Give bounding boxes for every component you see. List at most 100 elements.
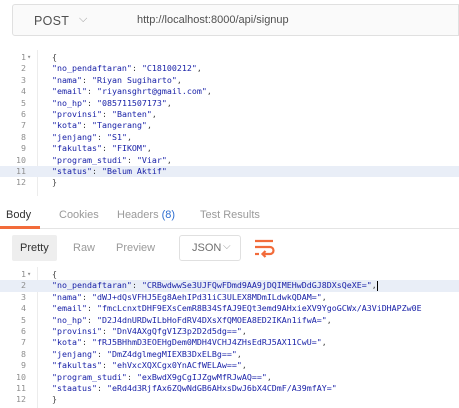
response-line[interactable]: 1 ▾ { [0, 269, 459, 280]
json-key: "program_studi" [52, 371, 127, 382]
code-text: "email": "riyansghrt@gmail.com", [52, 86, 212, 97]
tab-headers[interactable]: Headers (8) [117, 209, 175, 221]
request-line[interactable]: 7 "kota": "Tangerang", [0, 120, 459, 131]
request-line[interactable]: 4 "email": "riyansghrt@gmail.com", [0, 86, 459, 97]
request-bar: POST ⌵ http://localhost:8000/api/signup [0, 0, 459, 40]
view-preview-button[interactable]: Preview [108, 235, 163, 261]
code-text: "no_pendaftaran": "C18100212", [52, 63, 202, 74]
json-key: "status" [52, 165, 92, 176]
url-input[interactable]: http://localhost:8000/api/signup [132, 4, 459, 36]
code-text: "no_pendaftaran": "CRBwdwwSe3UJFQwFDmd9A… [52, 280, 378, 291]
request-line[interactable]: 1 ▾ { [0, 52, 459, 63]
json-punctuation: , [321, 337, 327, 348]
code-text: "no_hp": "085711507173", [52, 98, 172, 109]
request-line[interactable]: 3 "nama": "Riyan Sugiharto", [0, 75, 459, 86]
text-caret [376, 280, 378, 291]
code-text: "jenjang": "DmZ4dglmegMIEXB3DxELBg==", [52, 349, 242, 360]
method-selector[interactable]: POST ⌵ [12, 4, 134, 36]
json-value: "riyansghrt@gmail.com" [96, 86, 207, 97]
tab-body-label: Body [6, 209, 32, 221]
fold-toggle-icon[interactable]: ▾ [27, 269, 31, 280]
code-text: } [52, 394, 57, 405]
request-line[interactable]: 10 "program_studi": "Viar", [0, 155, 459, 166]
response-line[interactable]: 7 "kota": "fRJ5BHhmD3EOEHgDem0MDH4VCHJ4ZH… [0, 337, 459, 348]
json-punctuation: : [86, 86, 97, 97]
json-value: "fmcLcnxtDHF9EXsCemR8B34SfAJ9EQt3emd9AHx… [96, 303, 422, 314]
tab-body[interactable]: Body [6, 209, 31, 221]
request-line[interactable]: 6 "provinsi": "Banten", [0, 109, 459, 120]
request-line[interactable]: 11 "status": "Belum Aktif" [0, 165, 459, 178]
json-punctuation: , [196, 63, 202, 74]
json-key: "fakultas" [52, 143, 102, 154]
fold-toggle-icon[interactable]: ▾ [27, 52, 31, 63]
json-punctuation: : [96, 348, 107, 359]
view-pretty-button[interactable]: Pretty [12, 235, 57, 261]
line-number: 7 [21, 120, 26, 131]
json-value: "eRd4d3RjfAx6ZQwNdGB6AHxsDwJ6bX4CDmF/A39… [106, 382, 337, 393]
response-line[interactable]: 9 "fakultas": "ehVxcXQXCgx0YnACfWELAw==", [0, 360, 459, 371]
json-key: "nama" [52, 291, 82, 302]
response-code-lines: 1 ▾ {2 "no_pendaftaran": "CRBwdwwSe3UJFQwFD… [0, 269, 459, 406]
response-line[interactable]: 4 "email": "fmcLcnxtDHF9EXsCemR8B34SfAJ9E… [0, 303, 459, 314]
json-key: "program_studi" [52, 154, 127, 165]
json-value: "Belum Aktif" [101, 165, 167, 176]
json-punctuation: : [86, 97, 97, 108]
json-punctuation: : [96, 382, 107, 393]
json-punctuation: : [126, 371, 137, 382]
tab-cookies[interactable]: Cookies [59, 209, 99, 221]
response-line[interactable]: 10 "program_studi": "exBwdX9gCgIJZgwMfRJw… [0, 372, 459, 383]
json-value: "FIKOM" [111, 143, 147, 154]
code-text: "provinsi": "DnV4AXgQfgV1Z3p2D2d5dg==", [52, 326, 247, 337]
request-body-editor[interactable]: 1 ▾ {2 "no_pendaftaran": "C18100212", 3 "nama… [0, 50, 459, 196]
json-key: "no_hp" [52, 97, 87, 108]
line-number: 6 [21, 108, 26, 119]
json-value: "D2J4dnURDwILbHoFdRV4DXsXfQMOEA8ED2IKAn1… [96, 314, 327, 325]
view-raw-button[interactable]: Raw [65, 235, 103, 261]
code-text: "kota": "fRJ5BHhmD3EOEHgDem0MDH4VCHJ4ZHs… [52, 337, 327, 348]
response-line[interactable]: 12} [0, 394, 459, 405]
json-key: "email" [52, 303, 87, 314]
wrap-lines-button[interactable] [251, 235, 277, 261]
json-key: "staatus" [52, 382, 97, 393]
json-value: "fRJ5BHhmD3EOEHgDem0MDH4VCHJ4ZHsEdRJ5AX1… [91, 337, 322, 348]
request-line[interactable]: 5 "no_hp": "085711507173", [0, 98, 459, 109]
request-line[interactable]: 12} [0, 177, 459, 188]
json-punctuation: , [146, 120, 152, 131]
request-line[interactable]: 8 "jenjang": "S1", [0, 132, 459, 143]
json-punctuation: : [86, 303, 97, 314]
response-line[interactable]: 11 "staatus": "eRd4d3RjfAx6ZQwNdGB6AHxsDw… [0, 383, 459, 394]
json-punctuation: : [126, 154, 137, 165]
json-punctuation: , [241, 360, 247, 371]
tab-cookies-label: Cookies [59, 209, 99, 221]
response-line[interactable]: 2 "no_pendaftaran": "CRBwdwwSe3UJFQwFDmd9… [0, 280, 459, 292]
code-text: "provinsi": "Banten", [52, 109, 157, 120]
request-line[interactable]: 9 "fakultas": "FIKOM", [0, 143, 459, 154]
code-text: } [52, 177, 57, 188]
response-line[interactable]: 6 "provinsi": "DnV4AXgQfgV1Z3p2D2d5dg==", [0, 326, 459, 337]
response-line[interactable]: 5 "no_hp": "D2J4dnURDwILbHoFdRV4DXsXfQMOE… [0, 315, 459, 326]
json-key: "no_pendaftaran" [52, 280, 132, 291]
json-punctuation: , [151, 108, 157, 119]
format-label: JSON [192, 242, 222, 254]
response-line[interactable]: 8 "jenjang": "DmZ4dglmegMIEXB3DxELBg==", [0, 349, 459, 360]
line-number: 2 [21, 280, 26, 291]
json-punctuation: , [206, 86, 212, 97]
json-value: "C18100212" [141, 63, 197, 74]
request-line[interactable]: 2 "no_pendaftaran": "C18100212", [0, 63, 459, 74]
json-punctuation: , [236, 348, 242, 359]
json-punctuation: : [101, 325, 112, 336]
json-punctuation: : [86, 314, 97, 325]
tab-test-results[interactable]: Test Results [200, 209, 260, 221]
json-punctuation: : [81, 120, 92, 131]
json-key: "no_pendaftaran" [52, 63, 132, 74]
line-number: 4 [21, 86, 26, 97]
json-key: "kota" [52, 337, 82, 348]
json-value: "CRBwdwwSe3UJFQwFDmd9AA9jDQIMEHwDdGJ8DXs… [141, 280, 372, 291]
method-label: POST [34, 14, 70, 28]
format-select[interactable]: JSON ⌵ [179, 235, 241, 261]
code-text: "jenjang": "S1", [52, 132, 132, 143]
response-body-viewer[interactable]: 1 ▾ {2 "no_pendaftaran": "CRBwdwwSe3UJFQwFD… [0, 267, 459, 408]
json-punctuation: : [81, 337, 92, 348]
response-line[interactable]: 3 "nama": "dWJ+dQsVFHJ5Eg8AehIPd31iC3ULEX… [0, 292, 459, 303]
code-text: "no_hp": "D2J4dnURDwILbHoFdRV4DXsXfQMOEA… [52, 315, 332, 326]
